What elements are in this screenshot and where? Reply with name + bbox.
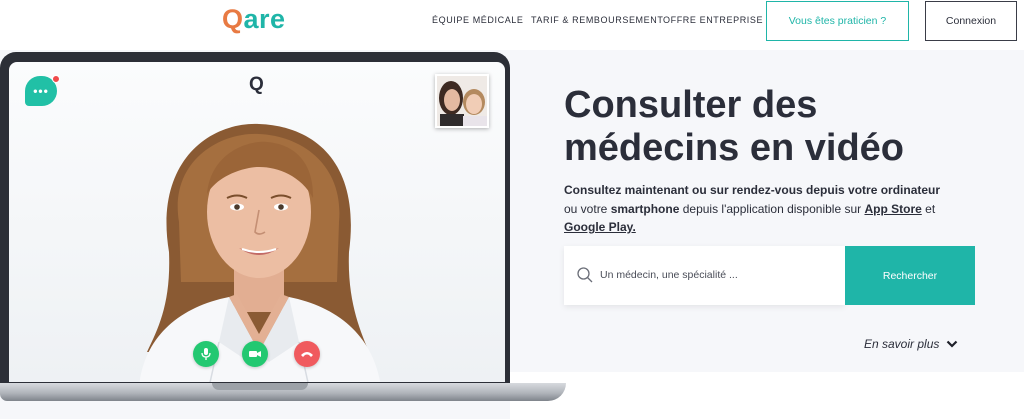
hero-subtitle: Consultez maintenant ou sur rendez-vous … xyxy=(564,181,984,237)
hero-sub-lead: Consultez maintenant ou sur rendez-vous … xyxy=(564,183,941,197)
chevron-down-icon xyxy=(947,340,958,348)
search-input[interactable] xyxy=(600,264,836,286)
screen-logo: Q xyxy=(249,74,264,95)
hero-sub-part2: ou votre xyxy=(564,201,611,216)
hero-sub-part4: et xyxy=(921,201,936,216)
self-view-thumbnail xyxy=(435,74,489,128)
google-play-link[interactable]: Google Play. xyxy=(564,220,636,234)
hang-up-button[interactable] xyxy=(294,341,320,367)
nav-offre-entreprise[interactable]: Offre entreprise xyxy=(663,15,763,25)
nav-tarif-remboursement[interactable]: Tarif & Remboursement xyxy=(531,15,663,25)
learn-more-link[interactable]: En savoir plus xyxy=(864,337,958,351)
bottom-strip xyxy=(510,372,1024,419)
hero-sub-part3: depuis l'application disponible sur xyxy=(679,201,865,216)
hero-sub-smartphone: smartphone xyxy=(610,201,680,216)
microphone-button[interactable] xyxy=(193,341,219,367)
video-call-screen: ••• Q xyxy=(9,62,505,382)
praticien-button[interactable]: Vous êtes praticien ? xyxy=(766,1,909,41)
doctor-portrait xyxy=(139,123,381,382)
login-button[interactable]: Connexion xyxy=(925,1,1017,41)
mic-icon xyxy=(201,348,211,360)
hero-title-line-2: médecins en vidéo xyxy=(564,127,905,169)
search-icon xyxy=(577,267,593,283)
hero-title: Consulter des médecins en vidéo xyxy=(564,84,984,170)
hang-up-icon xyxy=(301,352,313,357)
hero-title-line-1: Consulter des xyxy=(564,84,818,126)
laptop-illustration: ••• Q xyxy=(0,52,510,386)
camera-button[interactable] xyxy=(242,341,268,367)
search-button[interactable]: Rechercher xyxy=(845,246,975,305)
nav-equipe-medicale[interactable]: Équipe médicale xyxy=(432,15,524,25)
logo-text-rest: are xyxy=(243,4,286,34)
notification-dot xyxy=(52,75,60,83)
camera-icon xyxy=(249,351,261,357)
logo-letter-q: Q xyxy=(222,4,244,34)
qare-logo[interactable]: Qare xyxy=(222,4,286,35)
laptop-notch xyxy=(212,383,308,390)
search-box xyxy=(564,246,845,305)
top-header: Qare Équipe médicale Tarif & Rembourseme… xyxy=(0,0,1024,50)
learn-more-label: En savoir plus xyxy=(864,337,940,351)
app-store-link[interactable]: App Store xyxy=(864,202,921,216)
